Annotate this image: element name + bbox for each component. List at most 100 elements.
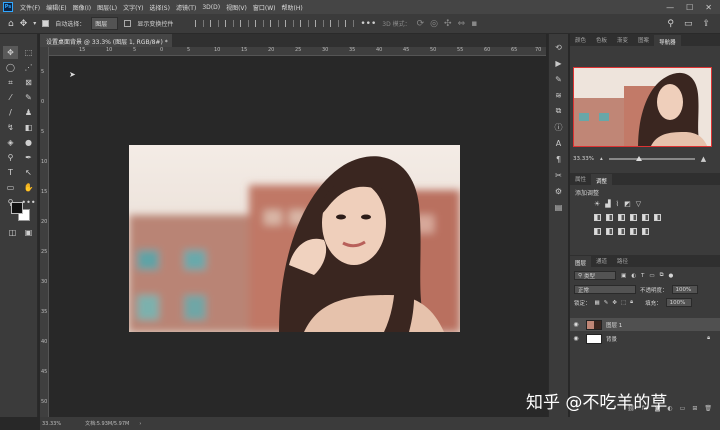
canvas-area[interactable]: ➤: [49, 56, 546, 417]
tab-layers[interactable]: 图层: [570, 256, 592, 267]
stamp-tool-icon[interactable]: ♟: [21, 106, 36, 119]
layer-row[interactable]: ◉ 图层 1: [570, 318, 720, 331]
levels-icon[interactable]: ▟: [605, 200, 610, 208]
actions-icon[interactable]: ▶: [554, 58, 564, 68]
3d-scale-icon[interactable]: ▪: [471, 19, 477, 29]
opacity-input[interactable]: 100%: [671, 285, 698, 294]
align-right-icon[interactable]: [225, 20, 235, 27]
auto-select-checkbox[interactable]: [42, 20, 50, 27]
tab-color[interactable]: 颜色: [570, 36, 591, 46]
zoom-out-icon[interactable]: ▴: [600, 156, 603, 162]
tab-channels[interactable]: 通道: [591, 257, 612, 267]
navigator-zoom-value[interactable]: 33.33%: [573, 156, 594, 162]
eyedropper-tool-icon[interactable]: ⁄: [3, 91, 18, 104]
lock-position-icon[interactable]: ✥: [612, 300, 617, 306]
selective-color-icon[interactable]: [642, 228, 649, 235]
visibility-eye-icon[interactable]: ◉: [570, 335, 582, 342]
menu-type[interactable]: 文字(Y): [120, 3, 146, 12]
tab-paths[interactable]: 路径: [612, 257, 633, 267]
tab-navigator[interactable]: 导航器: [654, 35, 681, 46]
healing-brush-tool-icon[interactable]: ✎: [21, 91, 36, 104]
filter-type-icon[interactable]: T: [641, 273, 644, 279]
quick-mask-icon[interactable]: ◫: [5, 226, 20, 239]
filter-adjustment-icon[interactable]: ◐: [631, 273, 636, 279]
brush-tool-icon[interactable]: /: [3, 106, 18, 119]
artboard-tool-icon[interactable]: ⬚: [21, 46, 36, 59]
auto-select-dropdown[interactable]: 图层: [91, 17, 119, 30]
dodge-tool-icon[interactable]: ⚲: [3, 151, 18, 164]
libraries-icon[interactable]: ▤: [554, 202, 564, 212]
hand-tool-icon[interactable]: ✋: [21, 181, 36, 194]
close-icon[interactable]: ✕: [705, 3, 712, 12]
align-bottom-icon[interactable]: [270, 20, 280, 27]
tools-options-icon[interactable]: ✂: [554, 170, 564, 180]
navigator-zoom-slider[interactable]: [608, 156, 695, 161]
home-icon[interactable]: ⌂: [8, 19, 14, 29]
tab-properties[interactable]: 属性: [570, 175, 591, 185]
gradient-map-icon[interactable]: [630, 228, 637, 235]
channel-mixer-icon[interactable]: [642, 214, 649, 221]
lock-image-icon[interactable]: ✎: [604, 300, 609, 306]
type-tool-icon[interactable]: T: [3, 166, 18, 179]
zoom-in-icon[interactable]: ▲: [701, 155, 706, 163]
path-select-tool-icon[interactable]: ↖: [21, 166, 36, 179]
color-lookup-icon[interactable]: [654, 214, 661, 221]
brush-settings-icon[interactable]: ✎: [554, 74, 564, 84]
frame-tool-icon[interactable]: ⊠: [21, 76, 36, 89]
filter-toggle-icon[interactable]: ●: [669, 273, 674, 279]
menu-filter[interactable]: 滤镜(T): [173, 3, 199, 12]
curves-icon[interactable]: ⌇: [616, 200, 619, 208]
blend-mode-dropdown[interactable]: 正常: [574, 285, 636, 294]
clone-source-icon[interactable]: ⧉: [554, 106, 564, 116]
paragraph-icon[interactable]: ¶: [554, 154, 564, 164]
pen-tool-icon[interactable]: ✒: [21, 151, 36, 164]
canvas-photo[interactable]: [129, 145, 460, 332]
filter-shape-icon[interactable]: ▭: [649, 273, 654, 279]
properties-icon[interactable]: ⚙: [554, 186, 564, 196]
distribute-top-icon[interactable]: [330, 20, 340, 27]
align-middle-icon[interactable]: [255, 20, 265, 27]
maximize-icon[interactable]: ☐: [686, 3, 693, 12]
workspace-icon[interactable]: ▭: [684, 19, 693, 29]
move-tool-icon[interactable]: ✥: [3, 46, 18, 59]
posterize-icon[interactable]: [606, 228, 613, 235]
menu-layer[interactable]: 图层(L): [94, 3, 120, 12]
black-white-icon[interactable]: [618, 214, 625, 221]
delete-layer-icon[interactable]: 🗑︎: [704, 405, 712, 417]
distribute-right-icon[interactable]: [315, 20, 325, 27]
align-left-icon[interactable]: [195, 20, 205, 27]
3d-pan-icon[interactable]: ✣: [444, 19, 452, 29]
chevron-down-icon[interactable]: ▾: [33, 20, 36, 27]
visibility-eye-icon[interactable]: ◉: [570, 321, 582, 328]
menu-help[interactable]: 帮助(H): [279, 3, 306, 12]
eraser-tool-icon[interactable]: ◧: [21, 121, 36, 134]
navigator-thumbnail[interactable]: [573, 67, 712, 147]
menu-window[interactable]: 窗口(W): [250, 3, 279, 12]
menu-image[interactable]: 图像(I): [70, 3, 94, 12]
brightness-icon[interactable]: ☀: [594, 200, 600, 208]
distribute-left-icon[interactable]: [285, 20, 295, 27]
history-brush-tool-icon[interactable]: ↯: [3, 121, 18, 134]
brushes-icon[interactable]: ≋: [554, 90, 564, 100]
info-icon[interactable]: ⓘ: [554, 122, 564, 132]
share-icon[interactable]: ⇪: [702, 19, 710, 29]
hue-saturation-icon[interactable]: [594, 214, 601, 221]
more-tools-icon[interactable]: •••: [21, 196, 36, 209]
threshold-icon[interactable]: [618, 228, 625, 235]
quick-select-tool-icon[interactable]: ⋰: [21, 61, 36, 74]
rectangle-tool-icon[interactable]: ▭: [3, 181, 18, 194]
crop-tool-icon[interactable]: ⌗: [3, 76, 18, 89]
photo-filter-icon[interactable]: [630, 214, 637, 221]
minimize-icon[interactable]: —: [666, 3, 674, 12]
transform-controls-checkbox[interactable]: [124, 20, 132, 27]
status-zoom[interactable]: 33.33%: [42, 421, 61, 427]
align-center-icon[interactable]: [210, 20, 220, 27]
color-balance-icon[interactable]: [606, 214, 613, 221]
new-layer-icon[interactable]: ⊞: [692, 405, 697, 417]
history-icon[interactable]: ⟲: [554, 42, 564, 52]
invert-icon[interactable]: [594, 228, 601, 235]
menu-view[interactable]: 视图(V): [223, 3, 250, 12]
layer-filter-dropdown[interactable]: ⚲ 类型: [574, 271, 616, 280]
lock-all-icon[interactable]: 🔒︎: [630, 299, 633, 306]
menu-3d[interactable]: 3D(D): [199, 4, 223, 11]
